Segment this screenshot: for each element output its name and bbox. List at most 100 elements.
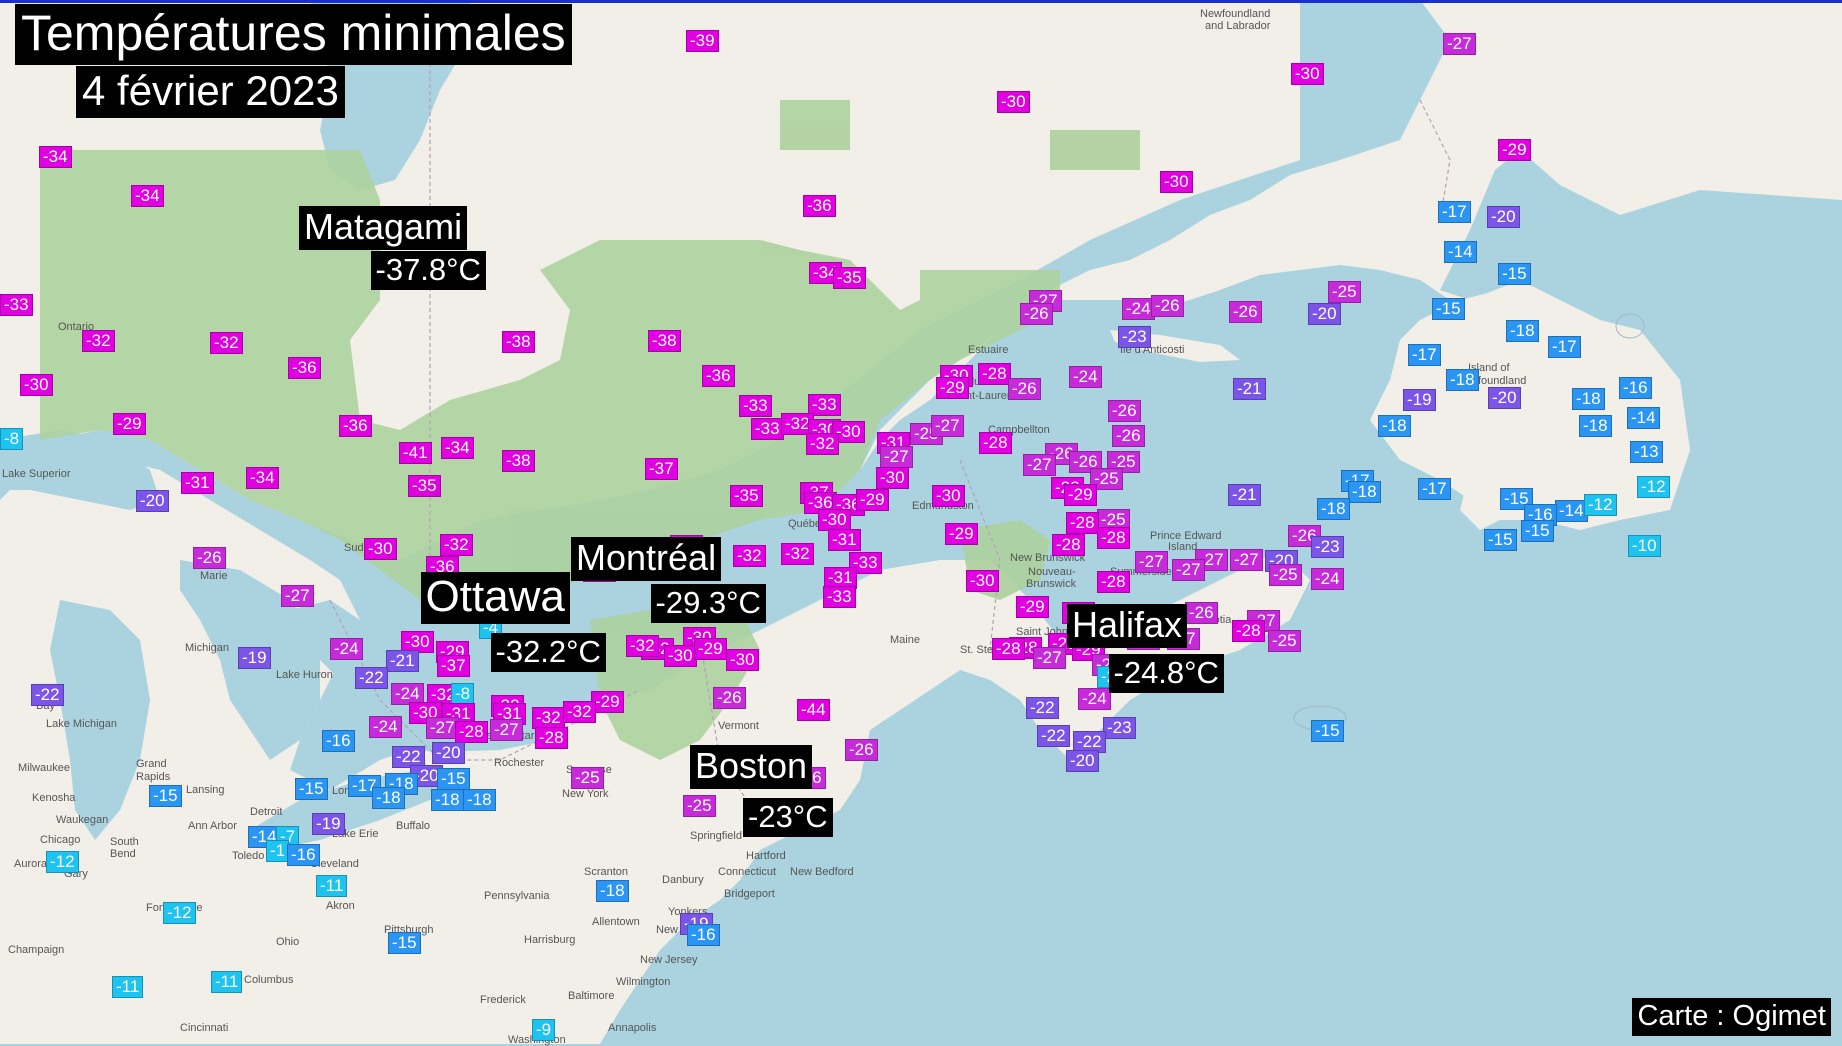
station-temperature: -36: [288, 357, 321, 379]
station-temperature: -11: [211, 971, 243, 993]
place-label: Maine: [890, 634, 920, 646]
station-temperature: -29: [1498, 139, 1531, 161]
station-temperature: -18: [596, 880, 629, 902]
station-temperature: -30: [364, 538, 397, 560]
place-label: Island: [1168, 541, 1198, 553]
place-label: Lake Huron: [276, 669, 333, 681]
station-temperature: -18: [1572, 388, 1605, 410]
place-label: Lake Superior: [2, 468, 71, 480]
station-temperature: -15: [1521, 520, 1554, 542]
station-temperature: -39: [686, 30, 719, 52]
place-label: Columbus: [244, 974, 294, 986]
place-label: Aurora: [14, 858, 48, 870]
station-temperature: -15: [437, 768, 470, 790]
place-label: Wilmington: [616, 976, 671, 988]
station-temperature: -25: [1268, 630, 1301, 652]
city-temperature: -32.2°C: [490, 632, 606, 672]
station-temperature: -8: [0, 428, 24, 450]
place-label: Milwaukee: [18, 762, 70, 774]
place-label: Rapids: [136, 771, 171, 783]
station-temperature: -30: [997, 91, 1030, 113]
station-temperature: -29: [945, 523, 978, 545]
station-temperature: -25: [1269, 564, 1302, 586]
map-date: 4 février 2023: [76, 66, 345, 118]
station-temperature: -20: [1487, 206, 1520, 228]
station-temperature: -34: [131, 185, 164, 207]
city-temperature: -23°C: [743, 797, 833, 837]
station-temperature: -28: [535, 727, 568, 749]
station-temperature: -33: [823, 586, 856, 608]
station-temperature: -15: [1498, 263, 1531, 285]
station-temperature: -38: [502, 450, 535, 472]
station-temperature: -16: [1619, 377, 1652, 399]
place-label: Nouveau-: [1028, 566, 1076, 578]
station-temperature: -28: [978, 363, 1011, 385]
station-temperature: -35: [408, 475, 441, 497]
place-label: Kenosha: [32, 792, 76, 804]
place-label: Chicago: [40, 834, 81, 846]
place-label: Ohio: [276, 936, 300, 948]
station-temperature: -18: [431, 789, 464, 811]
station-temperature: -17: [1418, 478, 1451, 500]
station-temperature: -22: [31, 684, 64, 706]
station-temperature: -27: [1023, 454, 1056, 476]
station-temperature: -26: [1112, 425, 1145, 447]
station-temperature: -20: [432, 742, 465, 764]
station-temperature: -24: [1078, 688, 1111, 710]
station-temperature: -1: [266, 840, 290, 862]
station-temperature: -8: [451, 683, 475, 705]
station-temperature: -26: [1108, 400, 1141, 422]
place-label: Michigan: [185, 642, 230, 654]
station-temperature: -35: [730, 485, 763, 507]
station-temperature: -24: [330, 638, 363, 660]
station-temperature: -29: [936, 377, 969, 399]
place-label: Akron: [326, 900, 355, 912]
station-temperature: -15: [1484, 529, 1517, 551]
place-label: Lansing: [186, 784, 225, 796]
station-temperature: -32: [626, 635, 659, 657]
station-temperature: -24: [369, 716, 402, 738]
station-temperature: -21: [1228, 484, 1261, 506]
station-temperature: -18: [463, 789, 496, 811]
station-temperature: -9: [532, 1019, 556, 1041]
station-temperature: -29: [1016, 596, 1049, 618]
station-temperature: -34: [441, 437, 474, 459]
station-temperature: -13: [1630, 441, 1663, 463]
station-temperature: -18: [1348, 481, 1381, 503]
place-label: Waukegan: [56, 814, 109, 826]
station-temperature: -41: [399, 442, 432, 464]
station-temperature: -18: [1378, 415, 1411, 437]
station-temperature: -38: [502, 331, 535, 353]
station-temperature: -15: [149, 785, 182, 807]
station-temperature: -32: [210, 332, 243, 354]
station-temperature: -18: [1506, 320, 1539, 342]
station-temperature: -20: [1488, 387, 1521, 409]
station-temperature: -19: [312, 813, 345, 835]
station-temperature: -33: [751, 418, 784, 440]
station-temperature: -17: [1408, 344, 1441, 366]
station-temperature: -28: [979, 432, 1012, 454]
station-temperature: -30: [818, 509, 851, 531]
station-temperature: -28: [1066, 512, 1099, 534]
place-label: Cincinnati: [180, 1022, 229, 1034]
place-label: Allentown: [592, 916, 640, 928]
station-temperature: -29: [113, 413, 146, 435]
station-temperature: -14: [1627, 407, 1660, 429]
station-temperature: -17: [1438, 201, 1471, 223]
station-temperature: -26: [845, 739, 878, 761]
station-temperature: -30: [876, 467, 909, 489]
station-temperature: -33: [0, 294, 33, 316]
station-temperature: -30: [932, 485, 965, 507]
place-label: Ann Arbor: [188, 820, 237, 832]
station-temperature: -27: [426, 717, 459, 739]
station-temperature: -19: [238, 647, 271, 669]
station-temperature: -33: [739, 395, 772, 417]
place-label: Bridgeport: [724, 888, 775, 900]
place-label: Annapolis: [608, 1022, 657, 1034]
station-temperature: -19: [1403, 389, 1436, 411]
station-temperature: -11: [316, 875, 348, 897]
station-temperature: -18: [372, 787, 405, 809]
station-temperature: -28: [1097, 527, 1130, 549]
place-label: Baltimore: [568, 990, 615, 1002]
station-temperature: -29: [694, 638, 727, 660]
